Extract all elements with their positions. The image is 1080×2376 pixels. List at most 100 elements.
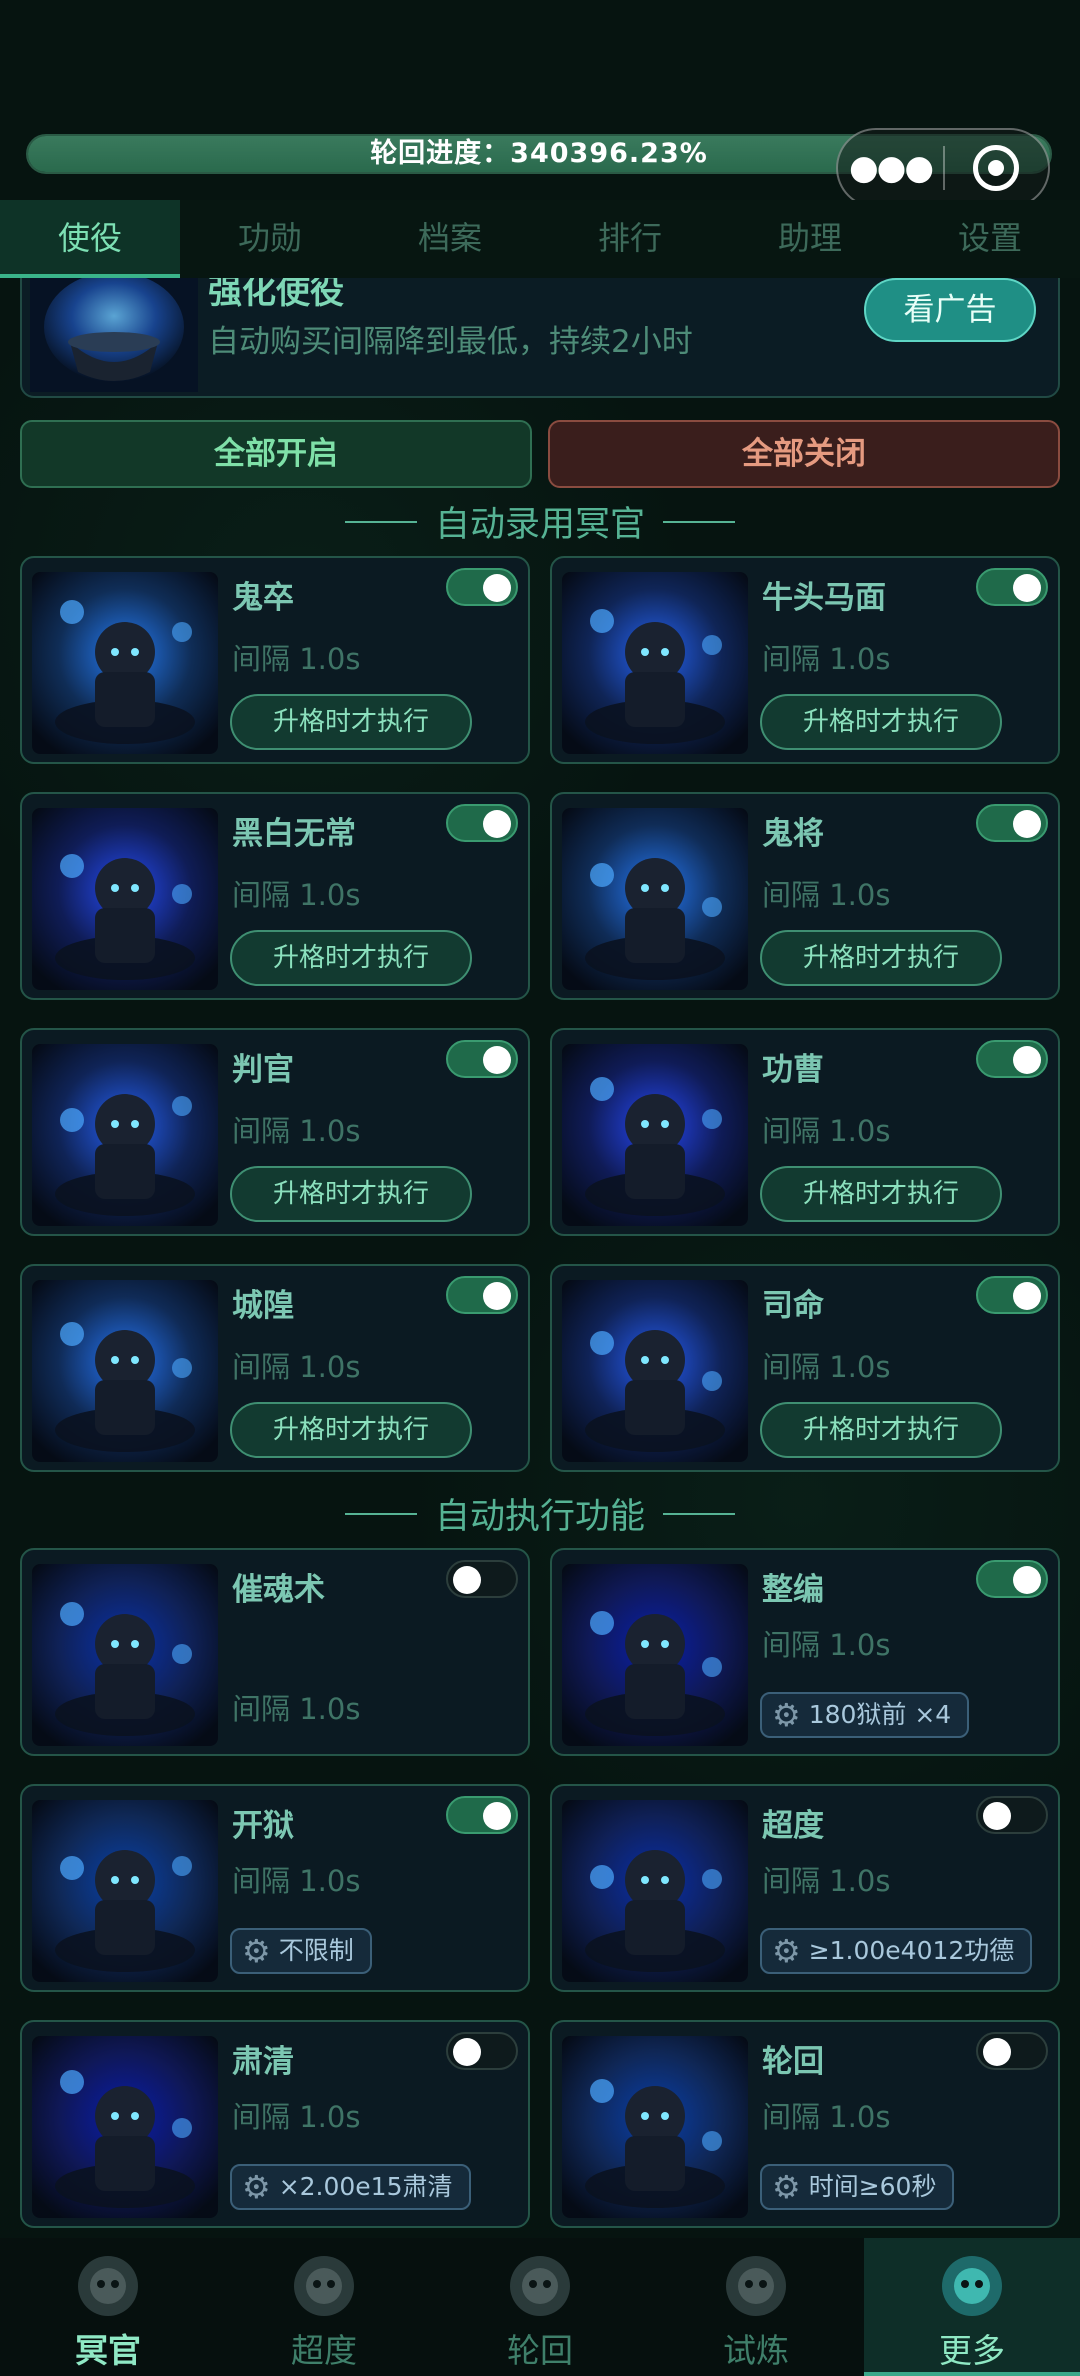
nav-item-5[interactable]: 更多 <box>864 2238 1080 2376</box>
enable-toggle[interactable] <box>446 1796 518 1834</box>
enable-toggle[interactable] <box>446 2032 518 2070</box>
tab-dangan[interactable]: 档案 <box>360 200 540 278</box>
exec-on-upgrade-button[interactable]: 升格时才执行 <box>230 1402 472 1458</box>
tab-zhuli[interactable]: 助理 <box>720 200 900 278</box>
card-name: 鬼将 <box>762 816 824 852</box>
nav-item-4[interactable]: 试炼 <box>648 2238 864 2376</box>
miniprogram-capsule: ●●● <box>836 128 1050 208</box>
section-auto-recruit: 自动录用冥官 <box>0 496 1080 547</box>
exec-card: 轮回 间隔 1.0s ⚙ 时间≥60秒 <box>550 2020 1060 2228</box>
gear-icon: ⚙ <box>772 1696 801 1734</box>
card-interval: 间隔 1.0s <box>232 1114 361 1148</box>
enable-toggle[interactable] <box>446 804 518 842</box>
exec-on-upgrade-button[interactable]: 升格时才执行 <box>760 1402 1002 1458</box>
character-image <box>562 1044 748 1226</box>
banner-desc: 自动购买间隔降到最低，持续2小时 <box>208 324 693 360</box>
exec-on-upgrade-button[interactable]: 升格时才执行 <box>760 694 1002 750</box>
recruit-card: 黑白无常 间隔 1.0s 升格时才执行 <box>20 792 530 1000</box>
more-dots-icon[interactable]: ●●● <box>838 128 943 208</box>
card-name: 肃清 <box>232 2044 294 2080</box>
exec-on-upgrade-button[interactable]: 升格时才执行 <box>230 930 472 986</box>
recruit-card: 牛头马面 间隔 1.0s 升格时才执行 <box>550 556 1060 764</box>
recruit-card: 鬼将间隔 1.0s 升格时才执行 <box>550 792 1060 1000</box>
target-icon[interactable] <box>945 145 1048 191</box>
card-name: 鬼卒 <box>232 580 294 616</box>
condition-button[interactable]: ⚙ ≥1.00e4012功德 <box>760 1928 1033 1974</box>
toggle-knob <box>483 574 511 602</box>
swirl-icon <box>510 2256 570 2316</box>
gear-icon: ⚙ <box>242 1932 271 1970</box>
exec-card: 整编 间隔 1.0s ⚙ 180狱前 ×4 <box>550 1548 1060 1756</box>
condition-button[interactable]: ⚙ ×2.00e15肃清 <box>230 2164 471 2210</box>
condition-label: 不限制 <box>278 1936 354 1965</box>
character-image <box>562 808 748 990</box>
toggle-knob <box>1013 1046 1041 1074</box>
enable-toggle[interactable] <box>976 2032 1048 2070</box>
enable-toggle[interactable] <box>976 1040 1048 1078</box>
exec-on-upgrade-button[interactable]: 升格时才执行 <box>230 694 472 750</box>
section-title: 自动执行功能 <box>434 1497 645 1537</box>
cauldron-image <box>30 272 198 392</box>
character-image <box>562 1564 748 1746</box>
exec-card: 开狱 间隔 1.0s ⚙ 不限制 <box>20 1784 530 1992</box>
tab-gongxun[interactable]: 功勋 <box>180 200 360 278</box>
condition-button[interactable]: ⚙ 时间≥60秒 <box>760 2164 955 2210</box>
enable-toggle[interactable] <box>446 568 518 606</box>
character-image <box>32 1280 218 1462</box>
nav-label: 冥官 <box>75 2331 141 2370</box>
character-image <box>562 572 748 754</box>
exec-on-upgrade-button[interactable]: 升格时才执行 <box>760 1166 1002 1222</box>
enable-toggle[interactable] <box>976 804 1048 842</box>
nav-label: 试炼 <box>723 2331 789 2370</box>
nav-item-1[interactable]: 冥官 <box>0 2238 216 2376</box>
tab-shiyi[interactable]: 使役 <box>0 200 180 278</box>
card-interval: 间隔 1.0s <box>762 1628 891 1662</box>
card-interval: 间隔 1.0s <box>232 1692 361 1726</box>
card-interval: 间隔 1.0s <box>762 1864 891 1898</box>
enable-toggle[interactable] <box>446 1560 518 1598</box>
enable-toggle[interactable] <box>976 1796 1048 1834</box>
section-line <box>344 1512 417 1515</box>
enable-toggle[interactable] <box>446 1040 518 1078</box>
nav-item-3[interactable]: 轮回 <box>432 2238 648 2376</box>
toggle-knob <box>1013 810 1041 838</box>
toggle-knob <box>983 1802 1011 1830</box>
tab-shezhi[interactable]: 设置 <box>900 200 1080 278</box>
disable-all-button[interactable]: 全部关闭 <box>548 420 1060 488</box>
enable-toggle[interactable] <box>976 1276 1048 1314</box>
mask-icon <box>78 2256 138 2316</box>
nav-label: 轮回 <box>507 2331 573 2370</box>
recruit-card: 判官 间隔 1.0s 升格时才执行 <box>20 1028 530 1236</box>
watch-ad-button[interactable]: 看广告 <box>864 278 1036 342</box>
recruit-card: 司命 间隔 1.0s 升格时才执行 <box>550 1264 1060 1472</box>
flame-emblem-icon <box>942 2256 1002 2316</box>
enable-all-button[interactable]: 全部开启 <box>20 420 532 488</box>
toggle-knob <box>983 2038 1011 2066</box>
condition-button[interactable]: ⚙ 不限制 <box>230 1928 372 1974</box>
toggle-knob <box>453 2038 481 2066</box>
card-interval: 间隔 1.0s <box>762 878 891 912</box>
gear-icon: ⚙ <box>772 2168 801 2206</box>
nav-label: 更多 <box>939 2331 1005 2370</box>
character-image <box>32 1800 218 1982</box>
enable-toggle[interactable] <box>976 1560 1048 1598</box>
toggle-knob <box>483 1802 511 1830</box>
flame-icon <box>726 2256 786 2316</box>
recruit-card: 功曹 间隔 1.0s 升格时才执行 <box>550 1028 1060 1236</box>
card-name: 黑白无常 <box>232 816 356 852</box>
tab-paihang[interactable]: 排行 <box>540 200 720 278</box>
condition-button[interactable]: ⚙ 180狱前 ×4 <box>760 1692 970 1738</box>
character-image <box>562 1800 748 1982</box>
enable-toggle[interactable] <box>976 568 1048 606</box>
nav-label: 超度 <box>291 2331 357 2370</box>
character-image <box>32 808 218 990</box>
card-name: 超度 <box>762 1808 824 1844</box>
card-interval: 间隔 1.0s <box>232 2100 361 2134</box>
exec-on-upgrade-button[interactable]: 升格时才执行 <box>230 1166 472 1222</box>
enable-toggle[interactable] <box>446 1276 518 1314</box>
card-interval: 间隔 1.0s <box>232 1864 361 1898</box>
toggle-knob <box>483 1046 511 1074</box>
exec-on-upgrade-button[interactable]: 升格时才执行 <box>760 930 1002 986</box>
exec-card: 肃清间隔 1.0s ⚙ ×2.00e15肃清 <box>20 2020 530 2228</box>
nav-item-2[interactable]: 超度 <box>216 2238 432 2376</box>
